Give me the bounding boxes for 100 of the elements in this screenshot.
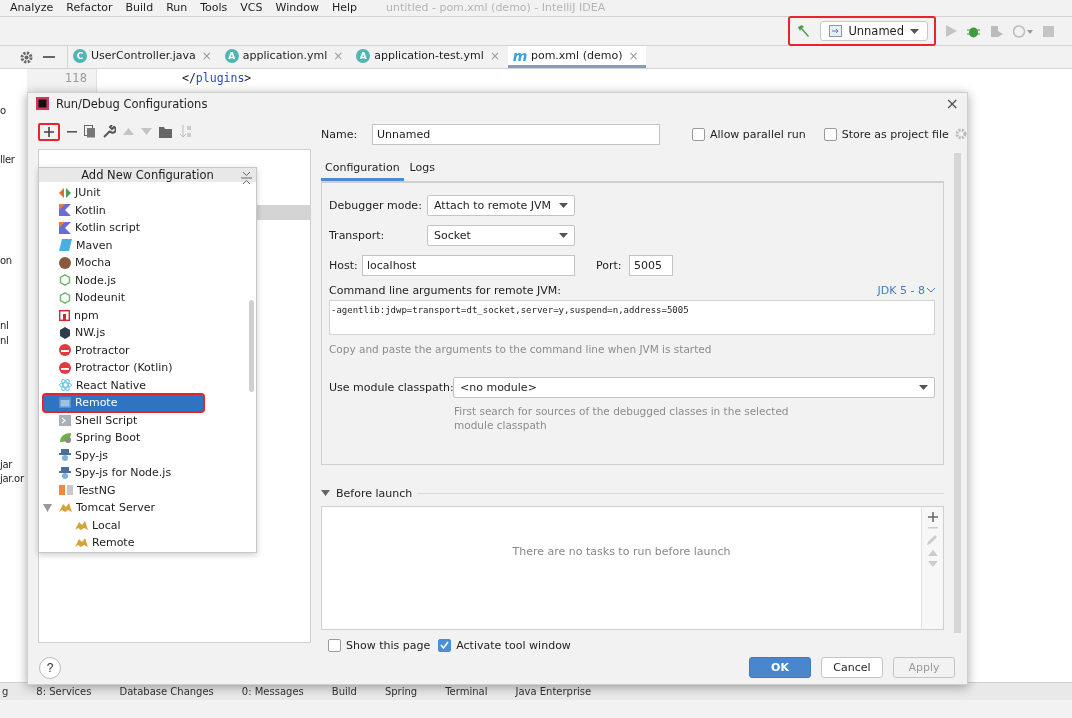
scrollbar[interactable] (249, 300, 254, 393)
configuration-type-item[interactable]: Shell Script (39, 411, 256, 430)
menu-item[interactable]: Help (331, 1, 357, 15)
selected-row[interactable] (257, 204, 310, 220)
configuration-type-item[interactable]: NW.js (39, 324, 256, 342)
square-icon (59, 309, 70, 321)
menu-item[interactable]: Analyze (10, 1, 54, 15)
minus-icon[interactable] (67, 130, 77, 133)
name-field[interactable]: Unnamed (372, 123, 660, 145)
cancel-button[interactable]: Cancel (821, 657, 883, 679)
tool-window-button[interactable]: Terminal (445, 686, 488, 697)
settings-tab[interactable]: Configuration (321, 155, 404, 181)
scrollbar[interactable] (954, 152, 961, 633)
up-arrow-icon[interactable] (927, 549, 938, 556)
editor-tab[interactable]: A application-test.yml × (351, 46, 508, 68)
configuration-type-item[interactable]: Node.js (39, 271, 256, 290)
checkbox-label: Allow parallel run (710, 127, 806, 141)
spy-icon (59, 466, 71, 479)
editor-tab[interactable]: A application.yml × (219, 46, 352, 68)
down-arrow-icon[interactable] (927, 560, 938, 567)
help-button[interactable]: ? (39, 656, 61, 679)
tool-window-button[interactable]: Build (331, 686, 357, 697)
project-tree-item[interactable]: o (0, 105, 27, 116)
configuration-type-item[interactable]: Remote (39, 534, 256, 552)
plus-icon (44, 126, 54, 137)
configuration-type-item[interactable]: Maven (39, 236, 256, 255)
jdk-version-link[interactable]: JDK 5 - 8 (877, 283, 935, 297)
tool-window-button[interactable]: 0: Messages (241, 686, 304, 697)
add-button[interactable] (38, 122, 60, 141)
configuration-type-item[interactable]: Protractor (Kotlin) (39, 359, 256, 377)
gear-icon[interactable] (20, 50, 33, 64)
configuration-type-item[interactable]: Protractor (39, 341, 256, 360)
tool-window-button[interactable]: Spring (384, 686, 418, 697)
arguments-field[interactable]: -agentlib:jdwp=transport=dt_socket,server=y,suspend=n,address=5005 (329, 299, 935, 335)
module-dropdown[interactable]: <no module> (453, 376, 935, 398)
copy-icon[interactable] (84, 125, 96, 139)
dropdown[interactable]: Socket (427, 224, 575, 246)
editor-tab[interactable]: C UserController.java × (68, 46, 220, 68)
configuration-type-item[interactable]: Spy-js for Node.js (39, 464, 256, 482)
configuration-type-item[interactable]: TestNG (39, 481, 256, 500)
leaf-icon (59, 431, 72, 444)
configuration-type-item[interactable]: Remote (43, 394, 204, 412)
checkbox[interactable] (692, 127, 705, 141)
wrench-icon[interactable] (103, 125, 116, 139)
project-tree-item[interactable]: nl (0, 320, 27, 331)
host-field[interactable]: localhost (362, 254, 575, 276)
dropdown[interactable]: Attach to remote JVM (427, 194, 575, 216)
configuration-type-item[interactable]: Spy-js (39, 446, 256, 465)
checkbox[interactable] (328, 638, 341, 652)
project-tree-item[interactable]: ller (0, 154, 27, 165)
menu-item[interactable]: VCS (240, 1, 263, 15)
checkbox[interactable] (823, 127, 837, 141)
close-button[interactable]: × (945, 94, 959, 114)
checkbox-label: Show this page (346, 638, 431, 652)
configuration-type-item[interactable]: Local (39, 516, 256, 535)
app-logo-icon (36, 97, 49, 111)
configuration-type-item[interactable]: Kotlin (39, 201, 256, 220)
down-arrow-icon[interactable] (141, 128, 152, 136)
project-tree-item[interactable]: jar (0, 459, 27, 470)
project-tree-item[interactable]: on (0, 255, 27, 266)
configuration-type-item[interactable]: JUnit (39, 184, 256, 202)
port-field[interactable]: 5005 (629, 254, 673, 276)
sort-icon[interactable] (180, 125, 192, 139)
project-tree-item[interactable]: nl (0, 335, 27, 346)
configuration-type-item[interactable]: Kotlin script (39, 219, 256, 237)
maven-icon (59, 239, 72, 252)
configuration-type-item[interactable]: Tomcat Server (39, 499, 256, 517)
tool-window-button[interactable]: g (2, 686, 9, 697)
expanded-arrow-icon[interactable] (321, 490, 330, 497)
collapse-icon[interactable] (241, 171, 252, 184)
ok-button[interactable]: OK (749, 657, 811, 679)
field-label: Command line arguments for remote JVM: (329, 283, 562, 297)
checkbox[interactable] (438, 638, 452, 652)
file-type-icon: A (356, 48, 371, 63)
configuration-type-item[interactable]: Mocha (39, 254, 256, 272)
tool-window-button[interactable]: 8: Services (36, 686, 92, 697)
field-label: Debugger mode: (329, 198, 423, 212)
run-configuration-dropdown[interactable]: Unnamed (820, 21, 928, 41)
folder-icon[interactable] (159, 125, 173, 138)
hammer-icon[interactable] (796, 24, 811, 38)
configuration-type-item[interactable]: npm (39, 306, 256, 325)
up-arrow-icon[interactable] (123, 128, 134, 136)
menu-item[interactable]: Refactor (66, 1, 113, 15)
configuration-type-item[interactable]: Nodeunit (39, 289, 256, 307)
play-icon[interactable] (946, 25, 957, 37)
configuration-type-item[interactable]: React Native (39, 376, 256, 395)
configuration-type-item[interactable]: Spring Boot (39, 429, 256, 447)
menu-item[interactable]: Window (275, 1, 319, 15)
menu-item[interactable]: Run (166, 1, 188, 15)
stop-icon[interactable] (1043, 25, 1054, 37)
menu-item[interactable]: Tools (200, 1, 228, 15)
settings-tab[interactable]: Logs (405, 155, 439, 181)
expanded-arrow-icon[interactable] (43, 503, 52, 512)
tool-window-button[interactable]: Database Changes (119, 686, 214, 697)
menu-item[interactable]: Build (125, 1, 154, 15)
plus-icon[interactable] (927, 511, 938, 522)
pencil-icon[interactable] (927, 533, 938, 545)
tool-window-button[interactable]: Java Enterprise (515, 686, 592, 697)
editor-tab[interactable]: m pom.xml (demo) × (507, 46, 647, 68)
project-tree-item[interactable]: jar.or (0, 473, 27, 484)
